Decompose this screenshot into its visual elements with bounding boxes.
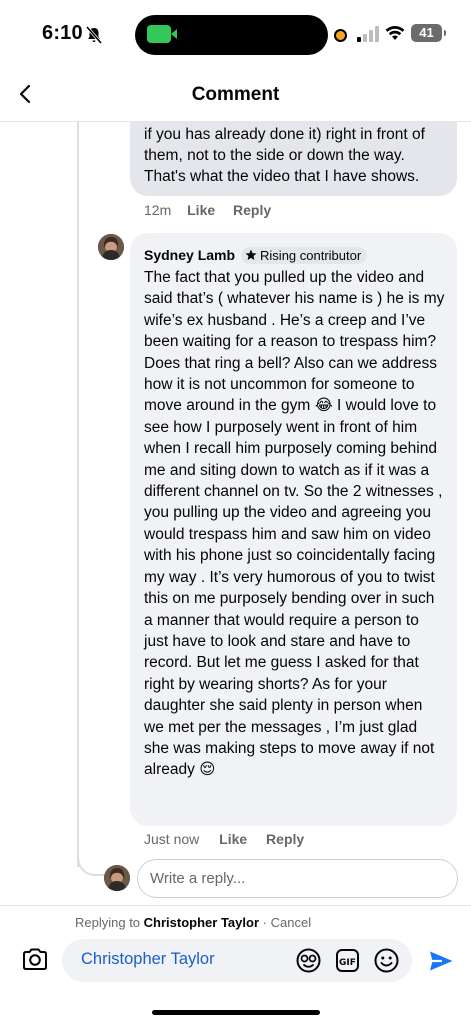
replying-to-name: Christopher Taylor <box>143 915 260 930</box>
sticker-icon[interactable] <box>295 947 322 974</box>
send-icon[interactable] <box>427 947 455 975</box>
comment-header: Sydney Lamb Rising contributor <box>144 244 443 266</box>
comment-text: The fact that you pulled up the video an… <box>144 269 449 779</box>
top-bar: Comment <box>0 70 471 122</box>
like-button[interactable]: Like <box>187 202 215 218</box>
reply-button[interactable]: Reply <box>233 202 271 218</box>
reply-button[interactable]: Reply <box>266 831 304 847</box>
thread-line <box>77 122 79 867</box>
replying-to-prefix: Replying to <box>75 915 141 930</box>
home-indicator <box>152 1010 320 1015</box>
own-avatar <box>104 865 130 891</box>
composer-input[interactable]: Christopher Taylor <box>81 950 215 969</box>
dynamic-island <box>135 15 328 55</box>
svg-text:GIF: GIF <box>339 958 356 968</box>
cancel-reply-button[interactable]: Cancel <box>271 915 311 930</box>
facetime-icon <box>147 25 177 43</box>
status-time: 6:10 <box>42 22 83 44</box>
camera-icon[interactable] <box>21 945 49 973</box>
replying-to-bar: Replying to Christopher Taylor · Cancel <box>75 915 311 930</box>
star-icon <box>245 249 257 260</box>
reply-input[interactable]: Write a reply... <box>137 859 458 898</box>
thread-connector <box>77 848 105 876</box>
previous-comment-text: if you has already done it) right in fro… <box>144 126 425 185</box>
gif-icon[interactable]: GIF <box>334 947 361 974</box>
page-title: Comment <box>191 84 280 105</box>
comment-composer[interactable]: Christopher Taylor GIF <box>62 939 412 982</box>
badge-label: Rising contributor <box>260 247 362 263</box>
previous-comment-time: 12m <box>144 202 172 218</box>
previous-comment-actions: 12m Like Reply <box>144 202 271 218</box>
comment-time: Just now <box>144 831 200 847</box>
like-button[interactable]: Like <box>219 831 247 847</box>
bell-slash-icon <box>86 26 102 44</box>
contributor-badge: Rising contributor <box>241 246 368 264</box>
emoji-icon[interactable] <box>373 947 400 974</box>
separator-dot: · <box>262 915 267 930</box>
wifi-icon <box>385 25 405 40</box>
comment-actions: Just now Like Reply <box>144 831 304 847</box>
comment-author[interactable]: Sydney Lamb <box>144 247 235 263</box>
status-bar: 6:10 41 <box>0 0 471 70</box>
recording-indicator <box>334 29 347 42</box>
comment-bubble: Sydney Lamb Rising contributor The fact … <box>130 233 457 826</box>
divider <box>0 905 471 906</box>
cellular-signal-icon <box>357 26 379 42</box>
avatar[interactable] <box>98 234 124 260</box>
battery-indicator: 41 <box>411 24 446 42</box>
